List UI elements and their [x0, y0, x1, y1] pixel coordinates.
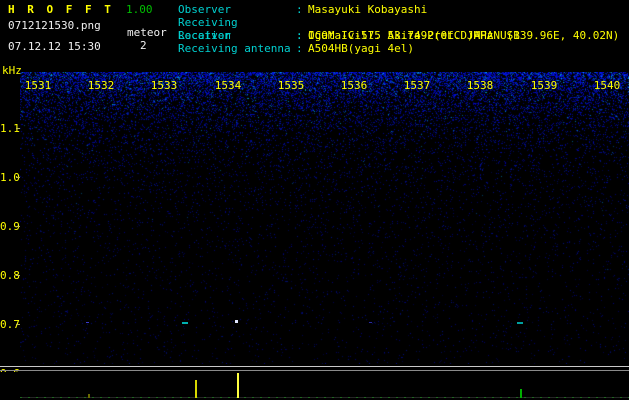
- time-tick-label: 1534: [215, 79, 242, 92]
- time-tick-label: 1540: [594, 79, 621, 92]
- meteor-echo-mark: [86, 322, 89, 323]
- level-spike: [237, 373, 239, 398]
- info-label: Receiving antenna: [178, 42, 296, 55]
- freq-tick-mark: [16, 128, 20, 129]
- station-info-block: Observer:Masayuki Kobayashi Receiving Lo…: [178, 3, 619, 55]
- level-graph: [0, 372, 629, 400]
- meteor-count: 2: [140, 39, 147, 52]
- freq-tick-label: 1.0: [0, 171, 17, 184]
- info-value: Masayuki Kobayashi: [308, 3, 427, 16]
- info-value: A504HB(yagi 4el): [308, 42, 414, 55]
- info-separator: :: [296, 3, 308, 16]
- info-separator: :: [296, 42, 308, 55]
- freq-tick-label: 0.9: [0, 220, 17, 233]
- freq-tick-label: 0.8: [0, 269, 17, 282]
- freq-tick-mark: [16, 275, 20, 276]
- freq-tick-mark: [16, 177, 20, 178]
- info-row-antenna: Receiving antenna:A504HB(yagi 4el): [178, 42, 619, 55]
- info-value: ICOM IC-575 53.7492(0LCD)MHz USB: [308, 29, 520, 42]
- meteor-echo-mark: [182, 322, 188, 324]
- meteor-echo-mark: [369, 322, 372, 323]
- freq-unit-label: kHz: [2, 64, 22, 77]
- app-version: 1.00: [126, 3, 153, 16]
- time-tick-label: 1538: [467, 79, 494, 92]
- time-tick-label: 1532: [88, 79, 115, 92]
- spectrogram-noise: [20, 72, 629, 364]
- time-tick-label: 1539: [531, 79, 558, 92]
- meteor-echo-mark: [517, 322, 523, 324]
- separator-line-bottom: [0, 370, 629, 371]
- freq-tick-mark: [16, 226, 20, 227]
- info-row-location: Receiving Location:Ogata-vill. Akita-Pre…: [178, 16, 619, 29]
- freq-tick-label: 0.7: [0, 318, 17, 331]
- time-tick-label: 1533: [151, 79, 178, 92]
- level-spike: [520, 389, 522, 398]
- time-tick-label: 1535: [278, 79, 305, 92]
- freq-tick-mark: [16, 324, 20, 325]
- meteor-echo-mark: [235, 320, 238, 323]
- hrofft-output-window: H R O F F T 1.00 0712121530.png meteor 2…: [0, 0, 629, 400]
- output-filename: 0712121530.png: [8, 19, 101, 32]
- level-spike: [195, 380, 197, 398]
- app-title: H R O F F T: [8, 3, 114, 16]
- level-baseline: [20, 397, 629, 398]
- info-label: Observer: [178, 3, 296, 16]
- info-row-observer: Observer:Masayuki Kobayashi: [178, 3, 619, 16]
- datetime: 07.12.12 15:30: [8, 40, 101, 53]
- separator-line-top: [0, 366, 629, 367]
- level-spike: [88, 394, 90, 398]
- time-tick-label: 1536: [341, 79, 368, 92]
- time-tick-label: 1531: [25, 79, 52, 92]
- info-label: Receiver: [178, 29, 296, 42]
- info-separator: :: [296, 29, 308, 42]
- mode-label: meteor: [127, 26, 167, 39]
- freq-tick-label: 1.1: [0, 122, 17, 135]
- time-tick-label: 1537: [404, 79, 431, 92]
